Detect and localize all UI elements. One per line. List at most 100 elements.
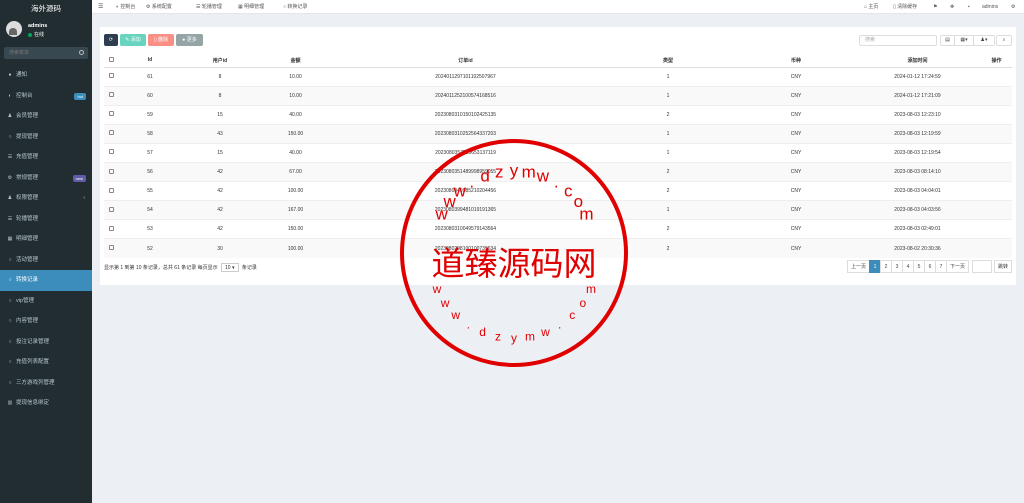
clear-cache-button[interactable]: ▯ 清除缓存 (893, 0, 917, 14)
actions-cell (981, 238, 1012, 258)
sidebar-item-label: 内容管理 (16, 318, 39, 324)
sidebar-item-11[interactable]: ○ vip管理 (0, 291, 92, 312)
sidebar-item-12[interactable]: ○ 内容管理 (0, 311, 92, 332)
table-cell: 100.00 (258, 181, 333, 201)
column-header[interactable]: Id (118, 54, 182, 68)
table-row[interactable]: 56 42 67.00 20230803514899989590​55 2 CNY 2023… (104, 161, 1012, 182)
row-checkbox[interactable] (108, 73, 114, 79)
admin-user-menu[interactable]: admins (982, 0, 998, 14)
chevron-left-icon: ‹ (83, 195, 85, 201)
sidebar-item-0[interactable]: ● 通知 (0, 65, 92, 86)
gear-icon: ⚙ (7, 174, 13, 181)
sidebar-item-3[interactable]: ○ 提现管理 (0, 127, 92, 148)
sidebar-item-15[interactable]: ○ 三方游戏列管理 (0, 373, 92, 394)
select-all-checkbox[interactable] (108, 56, 114, 62)
actions-cell (981, 200, 1012, 220)
column-header[interactable]: 操作 (981, 54, 1012, 68)
sidebar-item-10[interactable]: ○ 转换记录 (0, 270, 92, 291)
columns-toggle-icon[interactable]: ▤ (940, 35, 955, 46)
row-checkbox[interactable] (108, 130, 114, 136)
table-search-input[interactable]: 搜索 (859, 35, 937, 46)
row-checkbox[interactable] (108, 245, 114, 251)
search-icon[interactable]: ⌕ (996, 35, 1012, 46)
table-row[interactable]: 54 42 167.00 20230803994810191913​65 1 CNY 202… (104, 200, 1012, 220)
row-checkbox[interactable] (108, 92, 114, 98)
search-icon[interactable] (79, 50, 84, 55)
table-cell: 30 (182, 238, 258, 258)
column-header[interactable]: 币种 (738, 54, 854, 68)
table-cell: 42 (182, 219, 258, 239)
watermark-url-char: . (558, 318, 561, 332)
sidebar-item-label: 通知 (16, 72, 28, 78)
sidebar-item-4[interactable]: ☰ 充值管理 (0, 147, 92, 168)
pager-next-button[interactable]: 下一页 (945, 260, 969, 273)
table-cell: 2024-01-12 17:24:59 (854, 66, 981, 87)
app-logo[interactable]: 海外源码 (0, 0, 92, 17)
table-cell: 2024-01-12 17:21:09 (854, 85, 981, 106)
row-checkbox[interactable] (108, 225, 114, 231)
sidebar-item-9[interactable]: ○ 活动管理 (0, 250, 92, 271)
pagination-info-suffix: 条记录 (241, 265, 257, 271)
row-checkbox[interactable] (108, 111, 114, 117)
table-row[interactable]: 59 15 40.00 20230803101501024251​35 2 CNY 2023… (104, 104, 1012, 125)
sidebar-item-14[interactable]: ○ 充值列表配置 (0, 352, 92, 373)
table-cell: 20230803101501024251​35 (333, 104, 598, 125)
sidebar-item-16[interactable]: ▥ 提现信息绑定 (0, 393, 92, 414)
sidebar-item-13[interactable]: ○ 投注记录管理 (0, 332, 92, 353)
delete-button[interactable]: ▯ 删除 (148, 34, 174, 46)
table-row[interactable]: 61 8 10.00 20240112971011025079​67 1 CNY 2024-… (104, 66, 1012, 87)
row-checkbox[interactable] (108, 149, 114, 155)
add-button[interactable]: ✎ 添加 (120, 34, 146, 46)
row-checkbox[interactable] (108, 206, 114, 212)
column-header[interactable]: 金额 (258, 54, 333, 68)
row-checkbox[interactable] (108, 168, 114, 174)
pager-jump-button[interactable]: 跳转 (993, 260, 1012, 273)
sidebar-item-2[interactable]: ♟ 会员管理 (0, 106, 92, 127)
home-link[interactable]: ⌂ 主页 (864, 0, 878, 14)
row-checkbox[interactable] (108, 187, 114, 193)
table-row[interactable]: 52 30 100.00 20230802981001007356​34 2 CNY 202… (104, 238, 1012, 258)
more-button[interactable]: ● 更多 (176, 34, 203, 46)
watermark-url-char: z (495, 330, 501, 344)
column-header[interactable]: 订单id (333, 54, 598, 68)
watermark-url-char: w (440, 296, 450, 310)
sidebar-item-5[interactable]: ⚙ 常规管理 new (0, 168, 92, 189)
row-checkbox-cell (104, 66, 118, 87)
user-panel: admins 在线 (0, 17, 92, 44)
pager-jump-input[interactable] (971, 260, 992, 273)
export-icon[interactable]: ♟▾ (973, 35, 995, 46)
page-size-select[interactable]: 10 ▾ (221, 263, 239, 272)
tab-label: 控制台 (120, 4, 136, 10)
tab-2[interactable]: ☰ 轮播管理 (196, 0, 222, 14)
tab-4[interactable]: ○ 转换记录 (283, 0, 307, 14)
circle-outline-icon: ○ (8, 359, 12, 365)
more-icon: ● (182, 37, 186, 43)
refresh-button[interactable]: ⟳ (104, 34, 118, 46)
column-header[interactable]: 添加时间 (854, 54, 981, 68)
column-header[interactable]: 用户id (182, 54, 258, 68)
pager-prev-button[interactable]: 上一页 (846, 260, 870, 273)
tab-1[interactable]: ⚙ 系统配置 (146, 0, 172, 14)
user-status-label: 在线 (34, 32, 45, 38)
table-row[interactable]: 58 43 150.00 20230803102525643372​03 1 CNY 202… (104, 123, 1012, 144)
avatar-small-icon[interactable]: ▪ (968, 0, 970, 14)
sidebar-item-8[interactable]: ▦ 明细管理 (0, 229, 92, 250)
table-cell: 150.00 (258, 123, 333, 144)
tab-0[interactable]: ◐ 控制台 (116, 0, 135, 14)
menu-toggle-icon[interactable]: ☰ (98, 0, 103, 14)
sidebar-item-6[interactable]: ♟ 权限管理 ‹ (0, 188, 92, 209)
settings-gear-icon[interactable]: ⚙ (1011, 0, 1015, 14)
sidebar-item-7[interactable]: ☰ 轮播管理 (0, 209, 92, 230)
tab-3[interactable]: ▦ 明细管理 (238, 0, 264, 14)
table-row[interactable]: 57 15 40.00 20230803575056531371​19 1 CNY 2023… (104, 142, 1012, 163)
table-row[interactable]: 60 8 10.00 20240112521005741685​16 1 CNY 2024-… (104, 85, 1012, 106)
table-row[interactable]: 53 42 150.00 20230803100495791435​64 2 CNY 202… (104, 219, 1012, 239)
fullscreen-icon[interactable]: ✥ (950, 0, 954, 14)
sidebar-search-input[interactable] (4, 47, 88, 59)
table-cell: 20240112521005741685​16 (333, 85, 598, 106)
grid-view-icon[interactable]: ▦▾ (954, 35, 974, 46)
sidebar-item-1[interactable]: ◐ 控制台 hot (0, 86, 92, 107)
language-icon[interactable]: ⚑ (933, 0, 937, 14)
column-header[interactable]: 类型 (598, 54, 738, 68)
table-row[interactable]: 55 42 100.00 20230803499852102044​56 2 CNY 202… (104, 181, 1012, 201)
